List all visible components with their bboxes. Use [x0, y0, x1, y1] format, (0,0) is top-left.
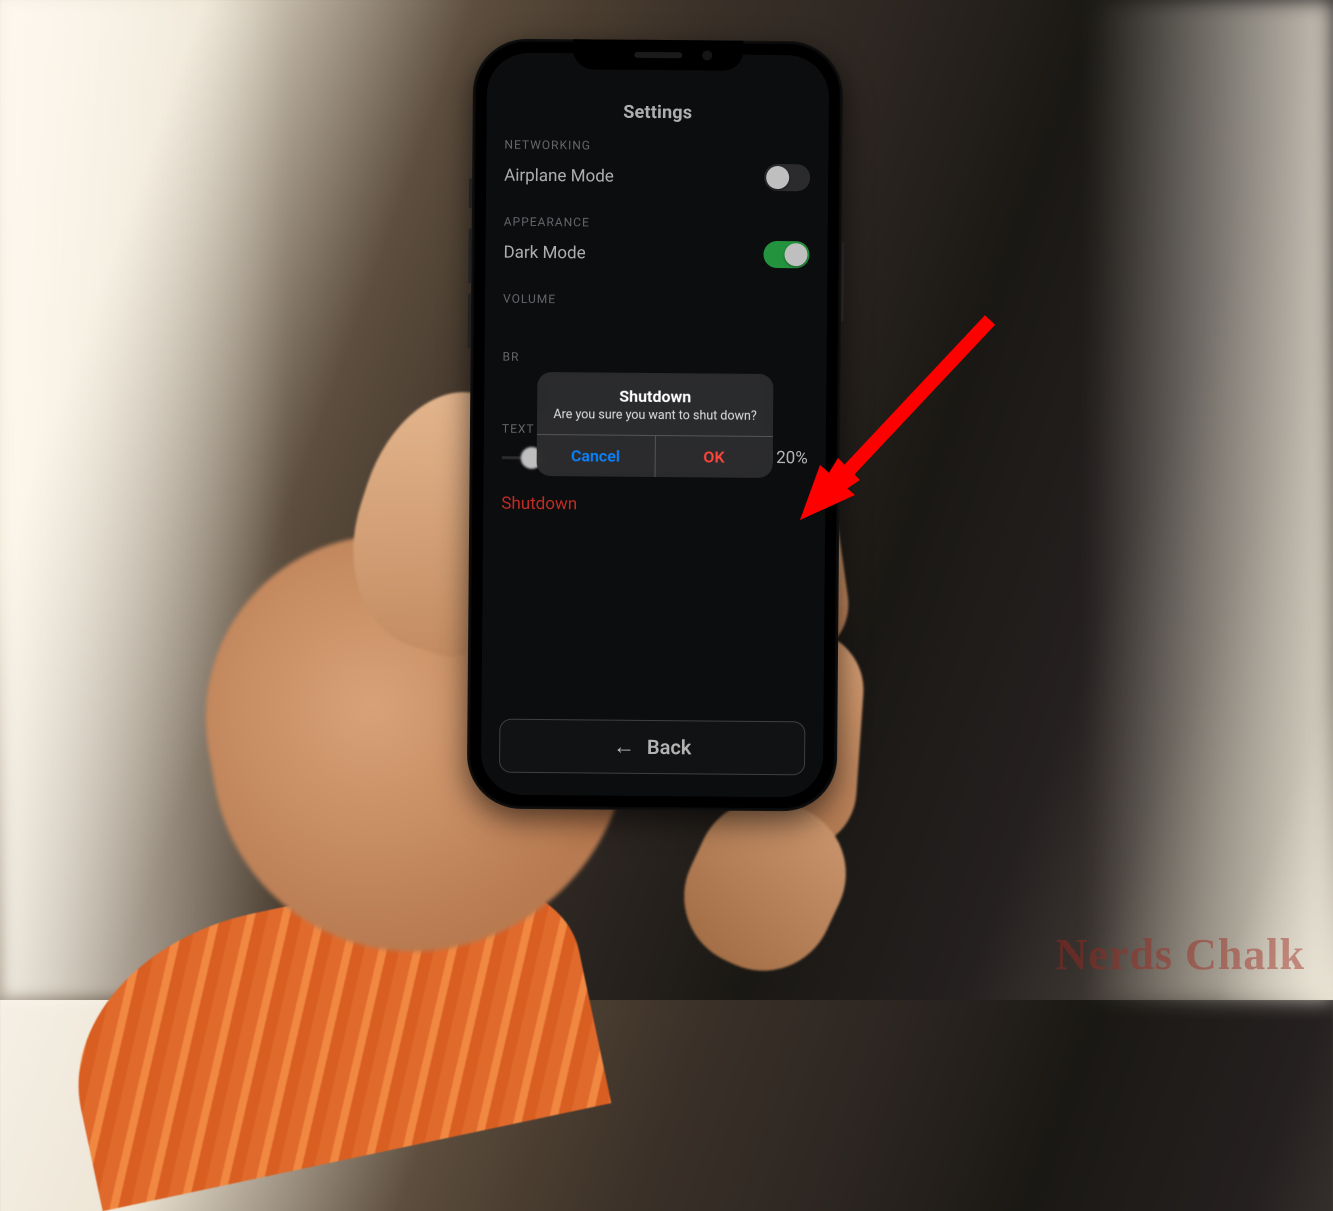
alert-cancel-button[interactable]: Cancel — [537, 435, 656, 477]
alert-title: Shutdown — [553, 386, 757, 407]
shutdown-alert: Shutdown Are you sure you want to shut d… — [537, 372, 774, 479]
phone-frame: Settings NETWORKING Airplane Mode APPEAR… — [467, 38, 844, 811]
background-curtain-right — [1073, 0, 1333, 1000]
alert-ok-button[interactable]: OK — [655, 436, 773, 478]
background-curtain-left — [0, 0, 320, 1000]
alert-backdrop: Shutdown Are you sure you want to shut d… — [481, 53, 829, 798]
watermark: Nerds Chalk — [1056, 929, 1305, 980]
alert-message: Are you sure you want to shut down? — [553, 407, 757, 424]
phone-screen: Settings NETWORKING Airplane Mode APPEAR… — [481, 53, 829, 798]
